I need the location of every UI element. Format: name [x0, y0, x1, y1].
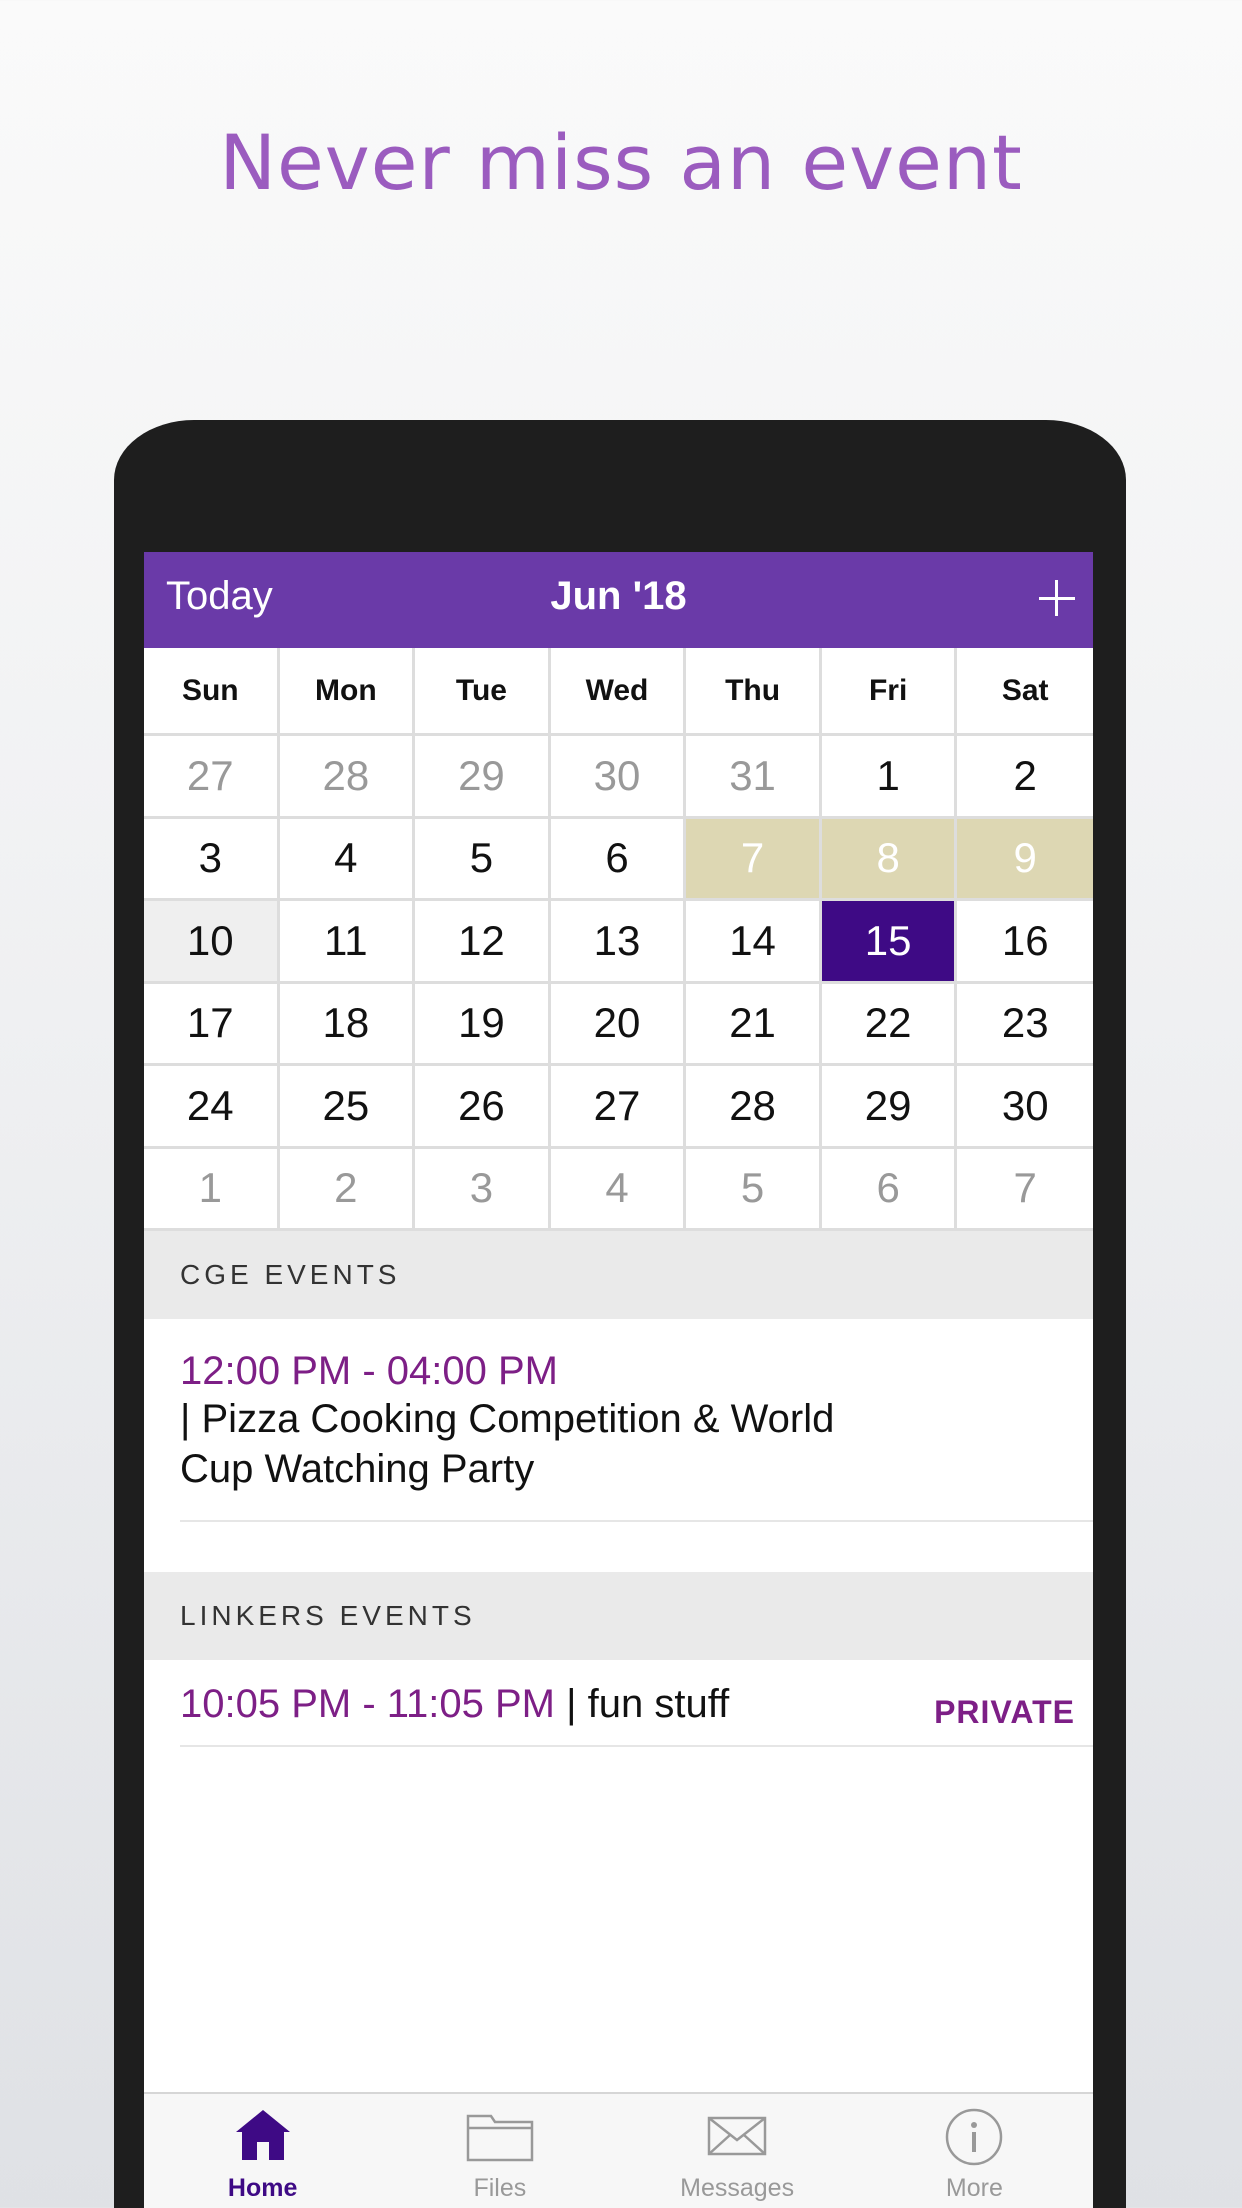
- weekday-label: Tue: [415, 648, 551, 736]
- weekday-label: Sat: [957, 648, 1093, 736]
- calendar-day[interactable]: 27: [144, 736, 280, 819]
- event-time: 12:00 PM - 04:00 PM: [180, 1349, 558, 1393]
- calendar-day[interactable]: 23: [957, 984, 1093, 1066]
- section-header-cge: CGE EVENTS: [144, 1231, 1093, 1319]
- envelope-icon: [707, 2116, 767, 2156]
- calendar-day[interactable]: 13: [550, 901, 687, 984]
- month-title: Jun '18: [550, 574, 687, 618]
- weekday-header: Sun Mon Tue Wed Thu Fri Sat: [144, 648, 1093, 736]
- section-header-linkers: LINKERS EVENTS: [144, 1572, 1093, 1660]
- calendar-day[interactable]: 28: [686, 1066, 822, 1149]
- calendar-day[interactable]: 19: [415, 983, 551, 1066]
- tab-more[interactable]: More: [856, 2094, 1093, 2208]
- weekday-label: Mon: [279, 648, 416, 736]
- calendar-day[interactable]: 1: [144, 1148, 280, 1231]
- calendar-day[interactable]: 31: [686, 736, 822, 819]
- weekday-label: Fri: [821, 648, 958, 736]
- event-item[interactable]: 10:05 PM - 11:05 PM | fun stuff PRIVATE: [144, 1660, 1093, 1747]
- calendar-day[interactable]: 17: [144, 983, 280, 1066]
- navigation-bar: Today Jun '18: [144, 552, 1093, 648]
- calendar-day-event[interactable]: 9: [957, 818, 1093, 901]
- home-icon: [235, 2110, 290, 2160]
- calendar-day[interactable]: 2: [957, 736, 1093, 819]
- calendar-day-event[interactable]: 7: [686, 818, 822, 901]
- tab-home[interactable]: Home: [144, 2094, 381, 2208]
- calendar-day[interactable]: 29: [415, 736, 551, 819]
- calendar-day[interactable]: 27: [550, 1066, 687, 1149]
- calendar-day[interactable]: 1: [821, 736, 958, 819]
- tab-bar: Home Files Messages More: [144, 2092, 1093, 2208]
- calendar-day[interactable]: 26: [415, 1066, 551, 1149]
- divider: [180, 1745, 1093, 1747]
- event-item[interactable]: 12:00 PM - 04:00 PM | Pizza Cooking Comp…: [144, 1319, 1093, 1522]
- calendar-day[interactable]: 25: [279, 1066, 416, 1149]
- calendar-day[interactable]: 11: [279, 901, 416, 984]
- calendar-day[interactable]: 29: [821, 1066, 958, 1149]
- tab-messages[interactable]: Messages: [619, 2094, 856, 2208]
- event-time: 10:05 PM - 11:05 PM: [180, 1682, 555, 1726]
- plus-icon[interactable]: [1035, 576, 1079, 620]
- calendar-day[interactable]: 30: [957, 1066, 1093, 1149]
- headline: Never miss an event: [219, 118, 1023, 207]
- calendar-day[interactable]: 22: [821, 983, 958, 1066]
- calendar-day[interactable]: 4: [550, 1148, 687, 1231]
- event-title: | fun stuff: [555, 1682, 730, 1726]
- calendar-day[interactable]: 18: [279, 983, 416, 1066]
- calendar-day[interactable]: 2: [279, 1148, 416, 1231]
- calendar-day[interactable]: 7: [957, 1149, 1093, 1231]
- private-badge: PRIVATE: [934, 1694, 1075, 1730]
- calendar-day[interactable]: 4: [279, 818, 416, 901]
- calendar-day[interactable]: 14: [686, 901, 822, 984]
- calendar-day[interactable]: 5: [686, 1148, 822, 1231]
- calendar-day[interactable]: 6: [550, 818, 687, 901]
- event-title: | Pizza Cooking Competition & World: [180, 1397, 835, 1441]
- calendar-day[interactable]: 5: [415, 818, 551, 901]
- tab-label: Messages: [680, 2174, 795, 2202]
- tab-files[interactable]: Files: [381, 2094, 618, 2208]
- calendar-day[interactable]: 28: [279, 736, 416, 819]
- calendar-day-selected[interactable]: 15: [821, 901, 958, 984]
- tab-label: More: [945, 2174, 1003, 2202]
- app-screen: Today Jun '18 Sun Mon Tue Wed Thu Fri Sa…: [144, 552, 1093, 2208]
- calendar-day[interactable]: 16: [957, 901, 1093, 984]
- weekday-label: Thu: [686, 648, 822, 736]
- calendar-day[interactable]: 3: [415, 1148, 551, 1231]
- calendar-day[interactable]: 24: [144, 1066, 280, 1149]
- folder-icon: [466, 2114, 534, 2162]
- calendar-day[interactable]: 12: [415, 901, 551, 984]
- calendar-day-today[interactable]: 10: [144, 901, 280, 984]
- calendar-day-event[interactable]: 8: [821, 818, 958, 901]
- calendar-grid: 27 28 29 30 31 1 2 3 4 5 6 7 8 9 10 11 1…: [144, 736, 1093, 1231]
- calendar-day[interactable]: 3: [144, 818, 280, 901]
- calendar-day[interactable]: 6: [821, 1148, 958, 1231]
- weekday-label: Wed: [550, 648, 687, 736]
- calendar-day[interactable]: 30: [550, 736, 687, 819]
- calendar-day[interactable]: 21: [686, 983, 822, 1066]
- tab-label: Files: [473, 2174, 527, 2202]
- calendar-day[interactable]: 20: [550, 983, 687, 1066]
- weekday-label: Sun: [144, 648, 280, 736]
- info-icon: [946, 2108, 1003, 2166]
- event-title-line2: Cup Watching Party: [180, 1447, 535, 1491]
- tab-label: Home: [227, 2174, 298, 2202]
